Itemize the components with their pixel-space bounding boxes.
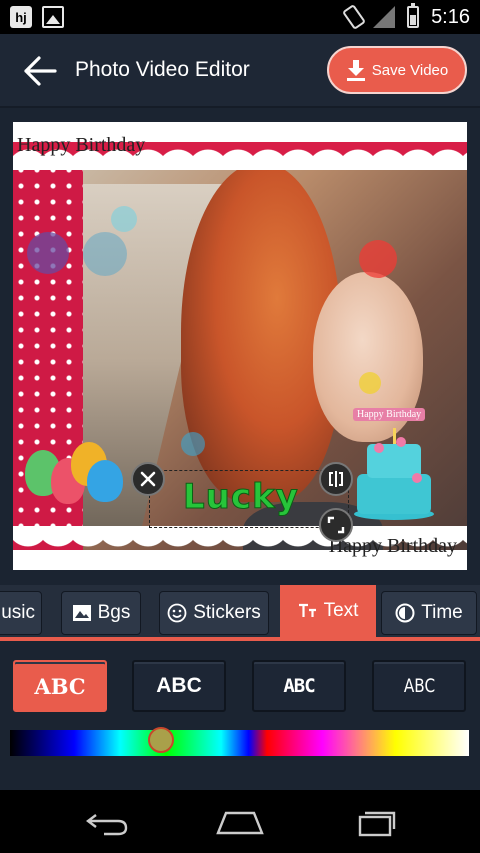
tab-music-label: lusic bbox=[0, 602, 35, 623]
timer-icon bbox=[395, 603, 415, 623]
tab-stickers[interactable]: Stickers bbox=[159, 591, 269, 635]
bokeh-dot bbox=[359, 372, 381, 394]
text-style-panel: ABC ABC ABC ABC bbox=[0, 645, 480, 790]
frame-text-bottom: Happy Birthday bbox=[328, 535, 457, 557]
frame-text-top: Happy Birthday bbox=[17, 134, 146, 156]
text-style-preview-2: ABC bbox=[156, 674, 202, 697]
bokeh-dot bbox=[27, 232, 69, 274]
tab-stickers-label: Stickers bbox=[193, 602, 261, 623]
resize-sticker-button[interactable] bbox=[319, 508, 353, 542]
cake-label: Happy Birthday bbox=[353, 408, 426, 421]
text-style-preview-4: ABC bbox=[403, 675, 435, 697]
text-icon bbox=[298, 603, 316, 617]
download-icon bbox=[346, 60, 365, 81]
color-picker-bar[interactable] bbox=[10, 730, 469, 756]
nav-back-icon bbox=[86, 814, 128, 836]
text-style-preview-1: ABC bbox=[34, 673, 86, 699]
delete-sticker-button[interactable] bbox=[131, 462, 165, 496]
smiley-icon bbox=[167, 603, 187, 623]
signal-icon bbox=[373, 6, 396, 28]
save-video-label: Save Video bbox=[371, 61, 449, 79]
preview-canvas[interactable]: Happy Birthday Happy Birthday Happy Birt… bbox=[13, 122, 467, 570]
tab-time[interactable]: Time bbox=[381, 591, 477, 635]
bokeh-dot bbox=[181, 432, 205, 456]
bokeh-dot bbox=[359, 240, 397, 278]
editor-tabs: lusic Bgs Stickers Text Time bbox=[0, 585, 480, 641]
text-style-option-2[interactable]: ABC bbox=[132, 660, 226, 712]
text-style-option-1[interactable]: ABC bbox=[13, 660, 107, 712]
nav-home-icon bbox=[216, 811, 264, 835]
back-arrow-icon bbox=[24, 56, 57, 86]
text-style-preview-3: ABC bbox=[283, 675, 315, 697]
app-notification-icon: hj bbox=[10, 6, 32, 28]
nav-recents-button[interactable] bbox=[346, 804, 406, 840]
tab-text[interactable]: Text bbox=[280, 585, 376, 637]
image-icon bbox=[72, 605, 91, 621]
text-sticker[interactable]: Lucky bbox=[183, 477, 299, 518]
back-button[interactable] bbox=[22, 54, 58, 88]
tab-music[interactable]: lusic bbox=[0, 591, 42, 635]
page-title: Photo Video Editor bbox=[75, 58, 250, 81]
cake-sticker[interactable] bbox=[349, 412, 439, 522]
vibrate-icon bbox=[342, 3, 367, 31]
status-time: 5:16 bbox=[431, 5, 470, 28]
save-video-button[interactable]: Save Video bbox=[327, 46, 467, 94]
tab-text-label: Text bbox=[323, 600, 359, 621]
resize-icon bbox=[327, 516, 345, 534]
balloon-blue bbox=[87, 460, 123, 502]
battery-icon bbox=[407, 3, 420, 28]
navigation-bar bbox=[0, 790, 480, 853]
app-screen: hj 5:16 Photo Video Editor Save Video Ha… bbox=[0, 0, 480, 853]
gallery-notification-icon bbox=[42, 6, 64, 28]
flip-icon bbox=[329, 471, 343, 487]
tab-bgs[interactable]: Bgs bbox=[61, 591, 141, 635]
close-icon bbox=[140, 471, 156, 487]
bokeh-dot bbox=[83, 232, 127, 276]
nav-home-button[interactable] bbox=[210, 804, 270, 840]
toolbar: Photo Video Editor Save Video bbox=[0, 34, 480, 108]
nav-recents-icon bbox=[358, 811, 396, 837]
text-style-option-4[interactable]: ABC bbox=[372, 660, 466, 712]
status-bar: hj 5:16 bbox=[0, 0, 480, 34]
bokeh-dot bbox=[111, 206, 137, 232]
tab-time-label: Time bbox=[421, 602, 463, 623]
flip-sticker-button[interactable] bbox=[319, 462, 353, 496]
tab-bgs-label: Bgs bbox=[97, 602, 131, 623]
text-style-option-3[interactable]: ABC bbox=[252, 660, 346, 712]
nav-back-button[interactable] bbox=[76, 804, 136, 840]
